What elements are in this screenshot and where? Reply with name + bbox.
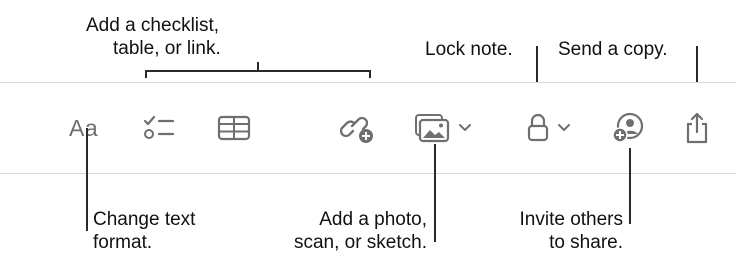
text-format-button[interactable]: Aa bbox=[69, 110, 98, 146]
callout-checklist-table-link: Add a checklist, table, or link. bbox=[86, 14, 221, 60]
media-button[interactable] bbox=[414, 110, 472, 146]
callout-invite-share: Invite others to share. bbox=[499, 208, 624, 254]
lock-icon bbox=[527, 113, 549, 142]
callout-line-1: Change text bbox=[93, 209, 196, 230]
bracket-left-tick bbox=[145, 70, 147, 78]
photo-leader-line bbox=[434, 144, 436, 242]
bracket-center-tick bbox=[257, 62, 259, 71]
table-button[interactable] bbox=[217, 110, 251, 146]
callout-send-copy: Send a copy. bbox=[558, 39, 668, 60]
bracket-right-tick bbox=[369, 70, 371, 78]
callout-line-2: scan, or sketch. bbox=[293, 232, 427, 253]
callout-line-2: format. bbox=[93, 232, 153, 253]
callout-line-1: Invite others bbox=[519, 209, 624, 230]
link-button[interactable] bbox=[340, 110, 376, 146]
format-leader-line bbox=[86, 128, 88, 231]
chevron-down-icon bbox=[558, 124, 570, 131]
table-icon bbox=[217, 115, 251, 141]
share-button[interactable] bbox=[684, 110, 710, 146]
text-format-icon: Aa bbox=[69, 114, 99, 141]
notes-toolbar: Aa bbox=[0, 82, 736, 174]
collaborate-button[interactable] bbox=[612, 110, 646, 146]
callout-line-2: table, or link. bbox=[113, 38, 221, 59]
lock-button[interactable] bbox=[527, 110, 571, 146]
callout-text-format: Change text format. bbox=[93, 208, 195, 254]
callout-line-2: to share. bbox=[549, 232, 623, 253]
chevron-down-icon bbox=[459, 124, 471, 131]
add-person-icon bbox=[612, 112, 644, 143]
callout-line-1: Add a photo, bbox=[319, 209, 427, 230]
checklist-icon bbox=[143, 115, 175, 139]
checklist-button[interactable] bbox=[142, 110, 176, 146]
callout-photo-scan-sketch: Add a photo, scan, or sketch. bbox=[265, 208, 427, 254]
callout-lock-note: Lock note. bbox=[425, 39, 513, 60]
invite-leader-line bbox=[629, 148, 631, 224]
share-icon bbox=[686, 112, 708, 144]
callout-line-1: Add a checklist, bbox=[86, 15, 220, 36]
photo-icon bbox=[415, 114, 450, 143]
link-icon bbox=[340, 116, 373, 143]
